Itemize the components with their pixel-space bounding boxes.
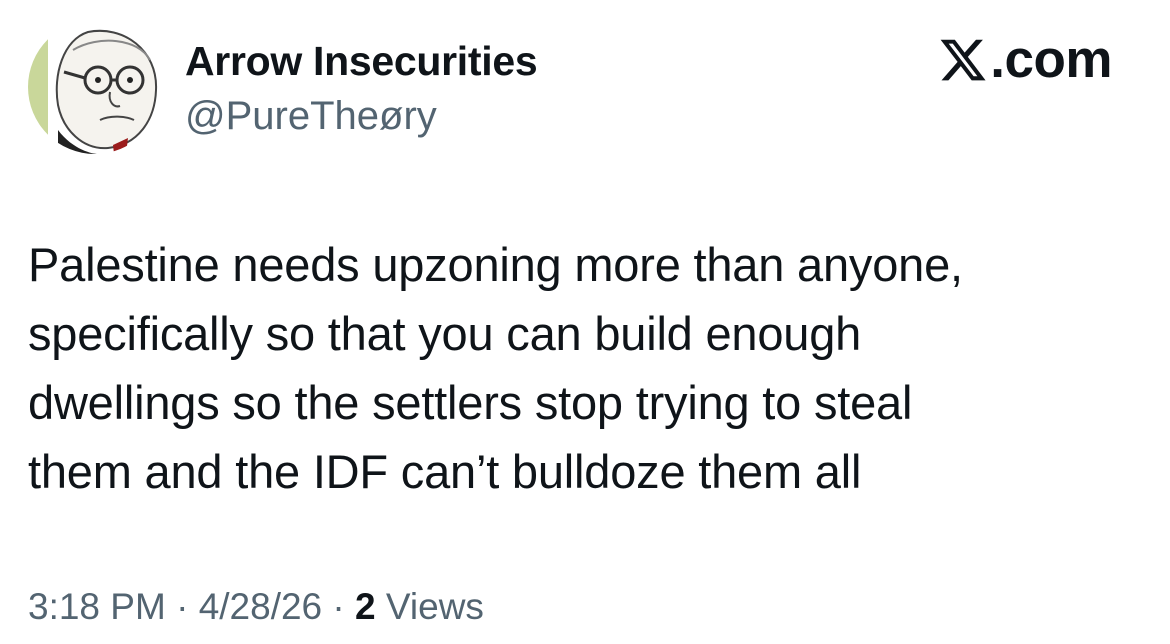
wojak-glasses-avatar-icon[interactable] [28, 20, 162, 154]
x-logo-icon [940, 39, 986, 81]
tweet-card: Arrow Insecurities @PureTheøry .com Pale… [0, 0, 1170, 644]
meta-separator: · [332, 586, 345, 627]
brand-watermark: .com [938, 30, 1112, 90]
views-count: 2 [355, 586, 376, 627]
tweet-text-line: specifically so that you can build enoug… [28, 307, 862, 360]
author-display-name[interactable]: Arrow Insecurities [185, 38, 538, 85]
brand-domain-text: .com [990, 30, 1112, 89]
tweet-time[interactable]: 3:18 PM [28, 586, 166, 627]
tweet-metadata: 3:18 PM · 4/28/26 · 2 Views [28, 586, 484, 628]
tweet-text: Palestine needs upzoning more than anyon… [28, 230, 1138, 506]
tweet-text-line: Palestine needs upzoning more than anyon… [28, 238, 963, 291]
tweet-date[interactable]: 4/28/26 [199, 586, 322, 627]
meta-separator: · [176, 586, 189, 627]
author-handle[interactable]: @PureTheøry [185, 94, 437, 139]
tweet-text-line: them and the IDF can’t bulldoze them all [28, 445, 862, 498]
tweet-text-line: dwellings so the settlers stop trying to… [28, 376, 913, 429]
views-label: Views [385, 586, 484, 627]
